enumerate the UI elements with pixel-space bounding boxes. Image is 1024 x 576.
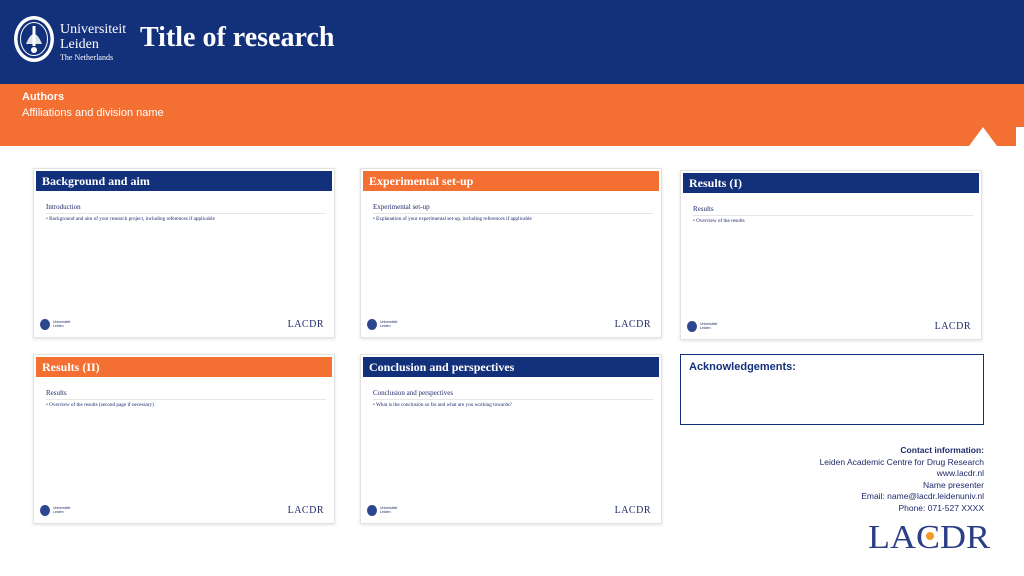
slide-university-logo: Universiteit Leiden (367, 319, 401, 331)
mini-logo-line: Leiden (380, 510, 391, 514)
slide-subtitle: Results (693, 205, 714, 213)
slide-subtitle: Results (46, 389, 67, 397)
mini-seal-icon (367, 319, 377, 330)
slide-lacdr-logo: LACDR (287, 319, 324, 330)
slide-lacdr-logo: LACDR (934, 321, 971, 332)
mini-logo-text: Universiteit Leiden (700, 322, 717, 330)
contact-email-link[interactable]: Email: name@lacdr.leidenuniv.nl (820, 491, 984, 503)
mini-logo-text: Universiteit Leiden (380, 506, 397, 514)
band-edge-decoration (1016, 127, 1024, 146)
slide-subtitle: Conclusion and perspectives (373, 389, 454, 397)
slide-lacdr-logo: LACDR (287, 505, 324, 516)
contact-phone: Phone: 071-527 XXXX (898, 502, 984, 513)
leiden-university-logo[interactable]: Universiteit Leiden The Netherlands (12, 14, 132, 66)
contact-information: Contact information: Leiden Academic Cen… (820, 445, 984, 515)
lacdr-logo[interactable]: LACDR (868, 515, 990, 555)
slide-bullet: • Overview of the results (693, 218, 745, 224)
slide-title: Background and aim (36, 171, 332, 191)
slide-title: Results (II) (36, 357, 332, 377)
authors-band: Authors Affiliations and division name (0, 84, 1024, 146)
mini-seal-icon (367, 505, 377, 516)
slide-lacdr-logo: LACDR (614, 319, 651, 330)
acknowledgements-title: Acknowledgements: (689, 361, 796, 373)
mini-logo-text: Universiteit Leiden (53, 320, 70, 328)
affiliations-label: Affiliations and division name (22, 107, 164, 119)
authors-label: Authors (22, 91, 65, 103)
contact-label: Contact information: (900, 445, 984, 455)
mini-seal-icon (687, 321, 697, 332)
mini-logo-line: Leiden (380, 324, 391, 328)
mini-logo-text: Universiteit Leiden (380, 320, 397, 328)
acknowledgements-box[interactable]: Acknowledgements: (680, 354, 984, 425)
slide-title: Experimental set-up (363, 171, 659, 191)
slide-background-and-aim[interactable]: Background and aim Introduction • Backgr… (33, 168, 335, 338)
slide-title: Conclusion and perspectives (363, 357, 659, 377)
mini-logo-line: Leiden (700, 326, 711, 330)
slide-results-2[interactable]: Results (II) Results • Overview of the r… (33, 354, 335, 524)
university-country: The Netherlands (60, 53, 114, 62)
slide-divider (693, 215, 973, 216)
slide-bullet: • Explanation of your experimental set-u… (373, 216, 532, 222)
slide-divider (373, 399, 653, 400)
slide-divider (46, 213, 326, 214)
mini-seal-icon (40, 319, 50, 330)
contact-institute: Leiden Academic Centre for Drug Research (819, 456, 984, 467)
slide-lacdr-logo: LACDR (614, 505, 651, 516)
lacdr-logo-dot (926, 532, 934, 540)
research-title: Title of research (140, 22, 335, 53)
university-seal-icon (14, 16, 54, 62)
contact-website-link[interactable]: www.lacdr.nl (820, 468, 984, 480)
slide-divider (373, 213, 653, 214)
slide-bullet: • What is the conclusion so far and what… (373, 402, 512, 408)
slide-university-logo: Universiteit Leiden (40, 319, 74, 331)
mini-logo-line: Leiden (53, 324, 64, 328)
slide-university-logo: Universiteit Leiden (40, 505, 74, 517)
slide-bullet: • Background and aim of your research pr… (46, 216, 215, 222)
university-name: Universiteit Leiden The Netherlands (60, 22, 126, 63)
university-name-line: Universiteit (60, 22, 127, 37)
slide-title: Results (I) (683, 173, 979, 193)
slide-experimental-setup[interactable]: Experimental set-up Experimental set-up … (360, 168, 662, 338)
band-notch-decoration (969, 127, 997, 146)
header-bar: Universiteit Leiden The Netherlands Titl… (0, 0, 1024, 84)
contact-presenter: Name presenter (923, 479, 984, 490)
mini-logo-text: Universiteit Leiden (53, 506, 70, 514)
slide-university-logo: Universiteit Leiden (687, 321, 721, 333)
mini-seal-icon (40, 505, 50, 516)
slide-subtitle: Introduction (46, 203, 81, 211)
university-name-line: Leiden (60, 37, 99, 52)
slide-bullet: • Overview of the results (second page i… (46, 402, 154, 408)
slide-divider (46, 399, 326, 400)
slide-conclusion[interactable]: Conclusion and perspectives Conclusion a… (360, 354, 662, 524)
slide-results-1[interactable]: Results (I) Results • Overview of the re… (680, 170, 982, 340)
slide-university-logo: Universiteit Leiden (367, 505, 401, 517)
mini-logo-line: Leiden (53, 510, 64, 514)
slide-subtitle: Experimental set-up (373, 203, 430, 211)
